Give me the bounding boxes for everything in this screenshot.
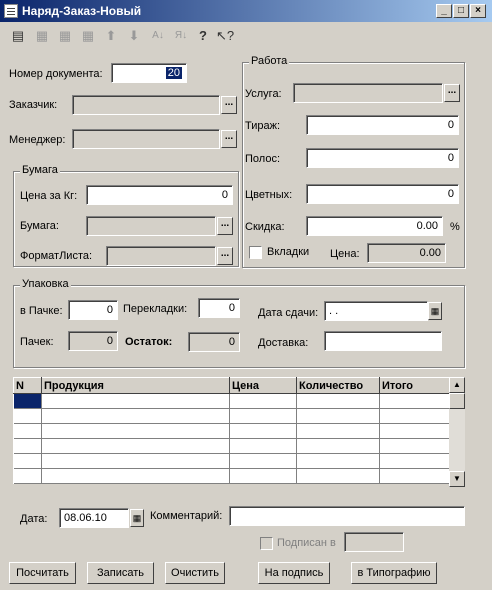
run-field[interactable]: 0 bbox=[306, 115, 459, 135]
strips-field[interactable]: 0 bbox=[306, 148, 459, 168]
interlay-label: Перекладки: bbox=[123, 303, 188, 315]
service-select-button[interactable]: ... bbox=[444, 84, 460, 102]
date-calendar-icon[interactable]: ▦ bbox=[130, 509, 144, 527]
paper-label: Бумага: bbox=[20, 220, 59, 232]
doc-number-label: Номер документа: bbox=[9, 68, 103, 80]
per-pack-label: в Пачке: bbox=[20, 305, 63, 317]
sort-asc-icon[interactable]: A↓ bbox=[148, 26, 168, 46]
table-scrollbar[interactable]: ▲ ▼ bbox=[449, 377, 465, 487]
date-field[interactable]: 08.06.10 bbox=[59, 508, 129, 528]
table-row[interactable] bbox=[13, 408, 450, 424]
inserts-label: Вкладки bbox=[267, 246, 310, 258]
context-help-icon[interactable]: ↖? bbox=[215, 26, 235, 46]
signed-checkbox[interactable] bbox=[260, 537, 273, 550]
packs-field: 0 bbox=[68, 331, 118, 351]
manager-label: Менеджер: bbox=[9, 134, 66, 146]
maximize-button[interactable]: □ bbox=[453, 4, 469, 18]
packaging-group-title: Упаковка bbox=[20, 278, 71, 290]
col-price[interactable]: Цена bbox=[229, 377, 297, 394]
sign-button[interactable]: На подпись bbox=[258, 562, 330, 584]
table-header: N Продукция Цена Количество Итого bbox=[13, 377, 450, 394]
sort-desc-icon[interactable]: Я↓ bbox=[171, 26, 191, 46]
title-bar: Наряд-Заказ-Новый _ □ × bbox=[0, 0, 492, 22]
col-total[interactable]: Итого bbox=[379, 377, 450, 394]
work-group-title: Работа bbox=[249, 55, 290, 67]
discount-field[interactable]: 0.00 bbox=[306, 216, 443, 236]
table-row[interactable] bbox=[13, 468, 450, 484]
interlay-field[interactable]: 0 bbox=[198, 298, 240, 318]
list-icon[interactable]: ▤ bbox=[8, 26, 28, 46]
doc-number-field[interactable]: 20 bbox=[111, 63, 187, 83]
strips-label: Полос: bbox=[245, 153, 280, 165]
signed-label: Подписан в bbox=[277, 537, 336, 549]
delivery-date-label: Дата сдачи: bbox=[258, 307, 319, 319]
col-n[interactable]: N bbox=[13, 377, 42, 394]
minimize-button[interactable]: _ bbox=[436, 4, 452, 18]
table-row[interactable] bbox=[13, 453, 450, 469]
discount-label: Скидка: bbox=[245, 221, 285, 233]
colors-label: Цветных: bbox=[245, 189, 293, 201]
col-quantity[interactable]: Количество bbox=[296, 377, 380, 394]
sheet-format-label: ФорматЛиста: bbox=[20, 250, 93, 262]
delivery-label: Доставка: bbox=[258, 337, 309, 349]
help-icon[interactable]: ? bbox=[193, 26, 213, 46]
window-icon bbox=[4, 4, 18, 18]
price-per-kg-field[interactable]: 0 bbox=[86, 185, 233, 205]
delivery-field[interactable] bbox=[324, 331, 442, 351]
send-to-printer-button[interactable]: в Типографию bbox=[351, 562, 437, 584]
sheet-format-select-button[interactable]: ... bbox=[217, 247, 233, 265]
arrow-up-icon[interactable]: ⬆ bbox=[101, 26, 121, 46]
service-field[interactable] bbox=[293, 83, 443, 103]
inserts-checkbox[interactable] bbox=[249, 246, 262, 259]
service-label: Услуга: bbox=[245, 88, 282, 100]
comment-field[interactable] bbox=[229, 506, 465, 526]
customer-select-button[interactable]: ... bbox=[221, 96, 237, 114]
table-row[interactable] bbox=[13, 438, 450, 454]
colors-field[interactable]: 0 bbox=[306, 184, 459, 204]
close-button[interactable]: × bbox=[470, 4, 486, 18]
clear-button[interactable]: Очистить bbox=[165, 562, 225, 584]
work-price-field: 0.00 bbox=[367, 243, 446, 263]
scroll-down-icon[interactable]: ▼ bbox=[449, 471, 465, 487]
discount-unit: % bbox=[450, 221, 460, 233]
scroll-up-icon[interactable]: ▲ bbox=[449, 377, 465, 393]
remainder-label: Остаток: bbox=[125, 336, 173, 348]
packs-label: Пачек: bbox=[20, 336, 54, 348]
add-row-icon[interactable]: ▦ bbox=[32, 26, 52, 46]
table-row[interactable] bbox=[13, 393, 450, 409]
window-title: Наряд-Заказ-Новый bbox=[22, 4, 142, 18]
date-label: Дата: bbox=[20, 513, 48, 525]
remainder-field: 0 bbox=[188, 332, 240, 352]
delete-row-icon[interactable]: ▦ bbox=[78, 26, 98, 46]
signed-date-field bbox=[344, 532, 404, 552]
customer-field[interactable] bbox=[72, 95, 220, 115]
sheet-format-field[interactable] bbox=[106, 246, 216, 266]
edit-row-icon[interactable]: ▦ bbox=[55, 26, 75, 46]
table-row[interactable] bbox=[13, 423, 450, 439]
price-per-kg-label: Цена за Кг: bbox=[20, 190, 78, 202]
manager-select-button[interactable]: ... bbox=[221, 130, 237, 148]
comment-label: Комментарий: bbox=[150, 510, 223, 522]
col-product[interactable]: Продукция bbox=[41, 377, 230, 394]
customer-label: Заказчик: bbox=[9, 99, 58, 111]
paper-select-button[interactable]: ... bbox=[217, 217, 233, 235]
paper-group-title: Бумага bbox=[20, 164, 60, 176]
work-price-label: Цена: bbox=[330, 248, 360, 260]
save-button[interactable]: Записать bbox=[87, 562, 154, 584]
arrow-down-icon[interactable]: ⬇ bbox=[124, 26, 144, 46]
paper-field[interactable] bbox=[86, 216, 216, 236]
calculate-button[interactable]: Посчитать bbox=[9, 562, 76, 584]
run-label: Тираж: bbox=[245, 120, 281, 132]
products-table[interactable]: N Продукция Цена Количество Итого bbox=[13, 377, 450, 484]
delivery-date-calendar-icon[interactable]: ▦ bbox=[428, 302, 442, 320]
delivery-date-field[interactable]: . . bbox=[324, 301, 428, 321]
per-pack-field[interactable]: 0 bbox=[68, 300, 118, 320]
manager-field[interactable] bbox=[72, 129, 220, 149]
scroll-thumb[interactable] bbox=[449, 393, 465, 409]
